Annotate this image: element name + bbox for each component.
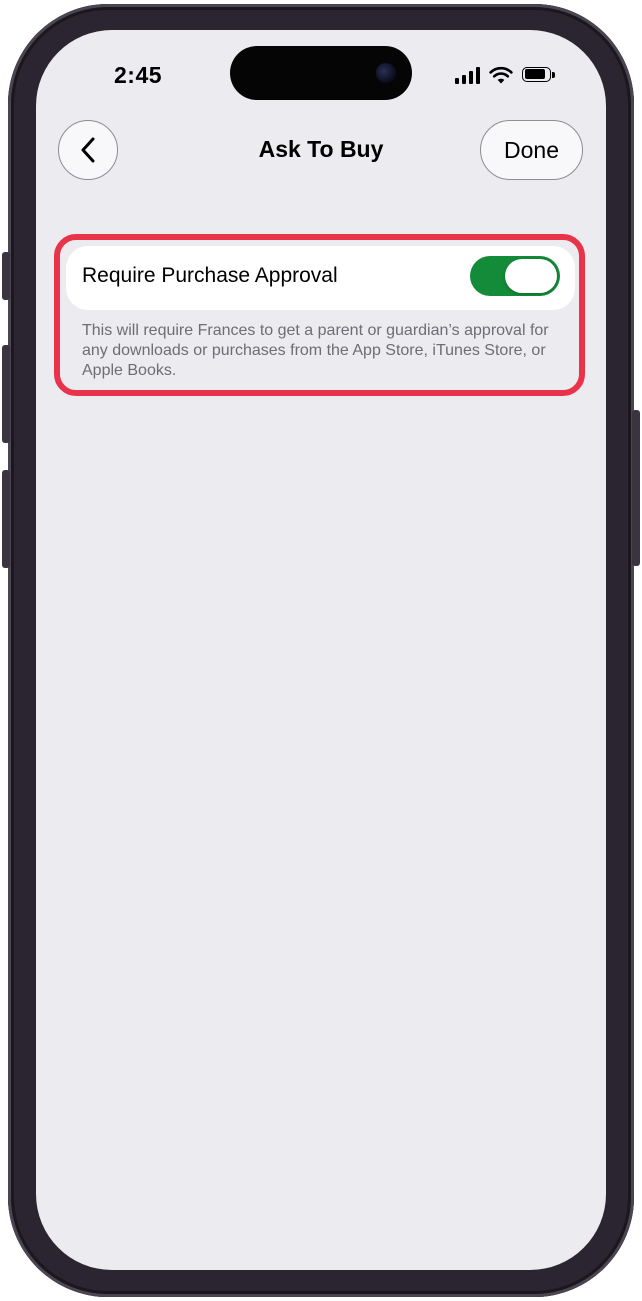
highlight-annotation [54, 234, 585, 396]
volume-down-button [2, 470, 10, 568]
status-time: 2:45 [114, 62, 163, 88]
navigation-bar: Ask To Buy Done [36, 118, 606, 182]
status-icons [455, 66, 556, 84]
cellular-signal-icon [455, 66, 480, 84]
dynamic-island [230, 46, 412, 100]
side-power-button [632, 410, 640, 566]
action-button [2, 252, 10, 300]
wifi-icon [489, 66, 513, 84]
screen: 2:45 Ask To Buy Done Require Purchase Ap… [36, 30, 606, 1270]
battery-icon [522, 66, 556, 84]
volume-up-button [2, 345, 10, 443]
done-button[interactable]: Done [480, 120, 583, 180]
front-camera-icon [376, 63, 396, 83]
